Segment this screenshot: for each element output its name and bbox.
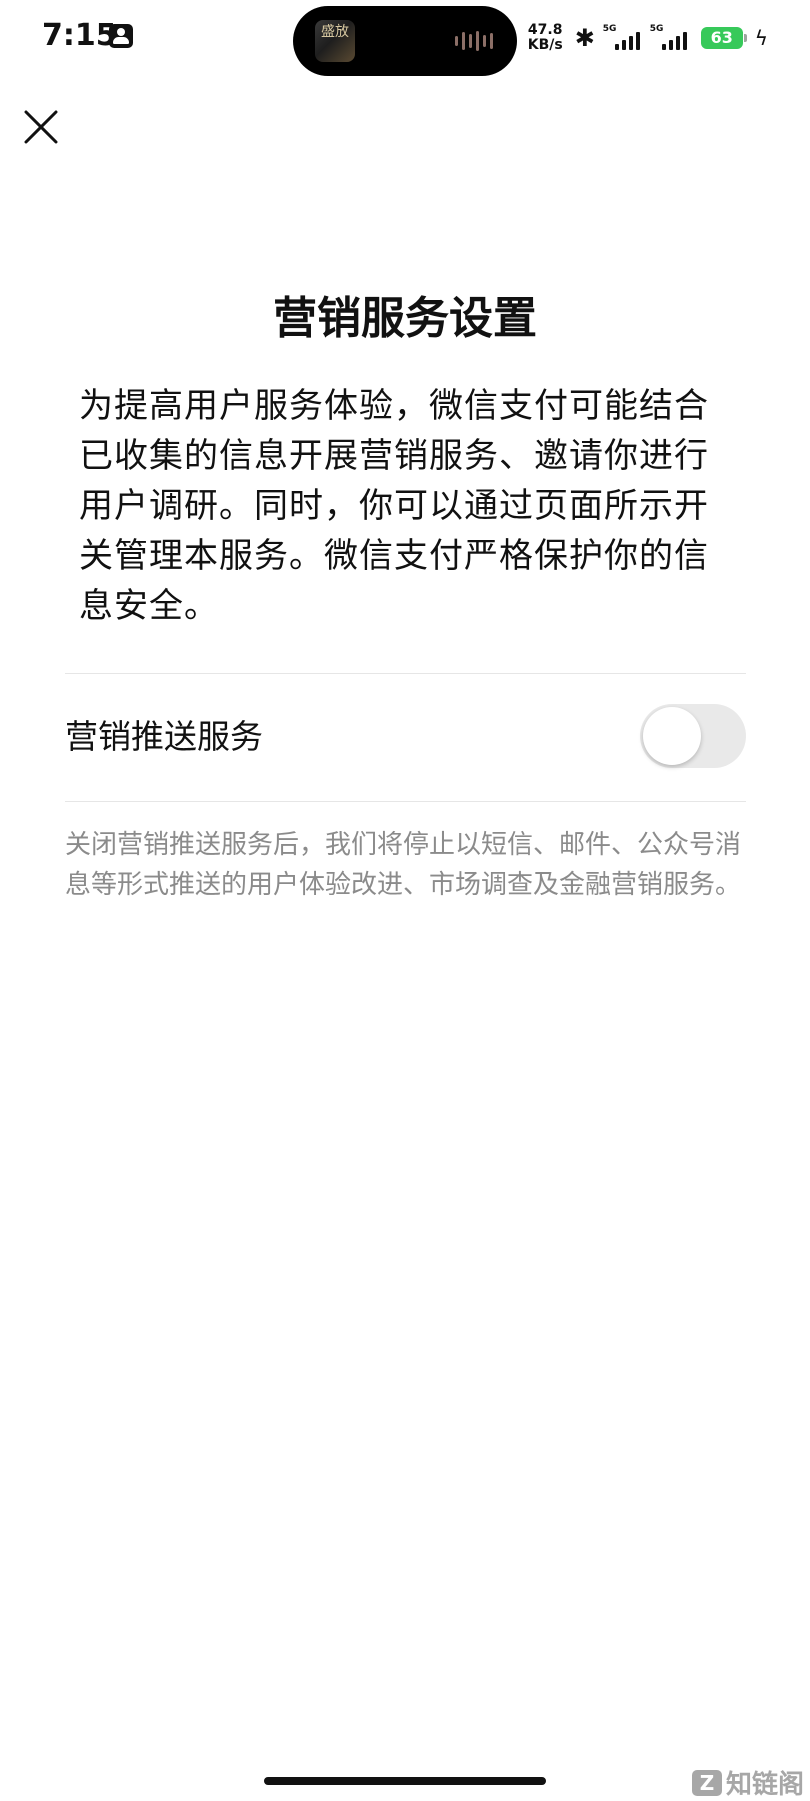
battery-level: 63 [700,27,747,49]
dynamic-island[interactable]: 盛放 [293,6,517,76]
signal-strength-2: 5G [649,24,687,50]
now-playing-artwork: 盛放 [315,20,355,62]
page-title: 营销服务设置 [273,293,537,344]
signal-bars-icon [661,32,687,50]
network-speed: 47.8 KB/s [528,23,563,53]
network-speed-unit: KB/s [527,37,563,53]
watermark-badge: Z [691,1769,722,1796]
signal-strength-1: 5G [602,24,640,50]
footnote-description: 关闭营销推送服务后，我们将停止以短信、邮件、公众号消息等形式推送的用户体验改进、… [65,830,742,900]
marketing-push-toggle[interactable] [640,704,746,768]
charging-icon: ϟ [754,26,768,50]
close-icon [24,110,58,144]
close-button[interactable] [22,108,60,146]
bluetooth-icon: ✱ [574,24,595,52]
home-indicator[interactable] [264,1777,546,1785]
signal-2-label: 5G [649,24,664,34]
signal-1-label: 5G [602,24,617,34]
marketing-push-label: 营销推送服务 [65,717,263,756]
intro-description: 为提高用户服务体验，微信支付可能结合已收集的信息开展营销服务、邀请你进行用户调研… [79,386,709,626]
status-time: 7:15 [42,18,117,53]
toggle-knob [643,707,701,765]
watermark-text: 知链阁 [725,1770,804,1800]
bottom-divider [65,801,746,802]
status-indicators: 47.8 KB/s ✱ 5G 5G 63 ϟ [528,16,768,60]
audio-waveform-icon [455,30,493,52]
signal-bars-icon [614,32,640,50]
network-speed-value: 47.8 [527,22,563,38]
screen-recording-icon [109,24,133,48]
marketing-push-setting-row: 营销推送服务 [65,674,746,800]
status-bar: 7:15 盛放 47.8 KB/s ✱ 5G 5G 63 ϟ [0,0,810,80]
watermark: Z 知链阁 [691,1764,804,1801]
